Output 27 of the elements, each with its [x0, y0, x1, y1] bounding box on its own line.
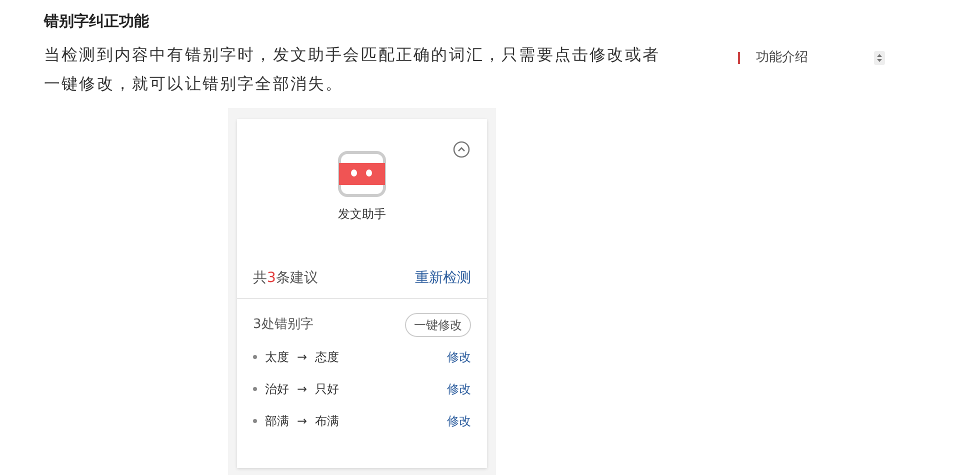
recheck-link[interactable]: 重新检测 — [415, 268, 471, 289]
corrected-word: 只好 — [315, 381, 340, 398]
corrected-word: 布满 — [315, 413, 340, 430]
arrow-glyph: → — [297, 349, 308, 366]
wrong-word: 部满 — [265, 413, 289, 430]
app-name: 发文助手 — [338, 206, 386, 223]
corrected-word: 态度 — [315, 349, 340, 366]
bullet-dot — [253, 387, 257, 391]
robot-logo-icon — [338, 151, 386, 197]
fix-link[interactable]: 修改 — [447, 380, 471, 398]
description-paragraph: 当检测到内容中有错别字时，发文助手会匹配正确的词汇，只需要点击修改或者一键修改，就可以让错别字全部消失。 — [44, 44, 661, 95]
typo-count: 3处错别字 — [253, 316, 314, 334]
wrong-word: 太度 — [265, 349, 289, 366]
wrong-word: 治好 — [265, 381, 289, 398]
arrow-glyph: → — [297, 413, 308, 430]
sort-icon[interactable] — [874, 51, 885, 65]
suggestion-count: 共3条建议 — [253, 269, 318, 288]
collapse-icon[interactable] — [453, 141, 470, 158]
fix-link[interactable]: 修改 — [447, 412, 471, 430]
fix-all-button[interactable]: 一键修改 — [405, 313, 471, 337]
bullet-dot — [253, 419, 257, 423]
arrow-glyph: → — [297, 381, 308, 398]
nav-link[interactable]: 功能介绍 — [756, 48, 874, 68]
section-heading: 错别字纠正功能 — [44, 11, 150, 32]
fix-link[interactable]: 修改 — [447, 348, 471, 366]
bullet-dot — [253, 355, 257, 359]
active-marker — [738, 52, 740, 64]
